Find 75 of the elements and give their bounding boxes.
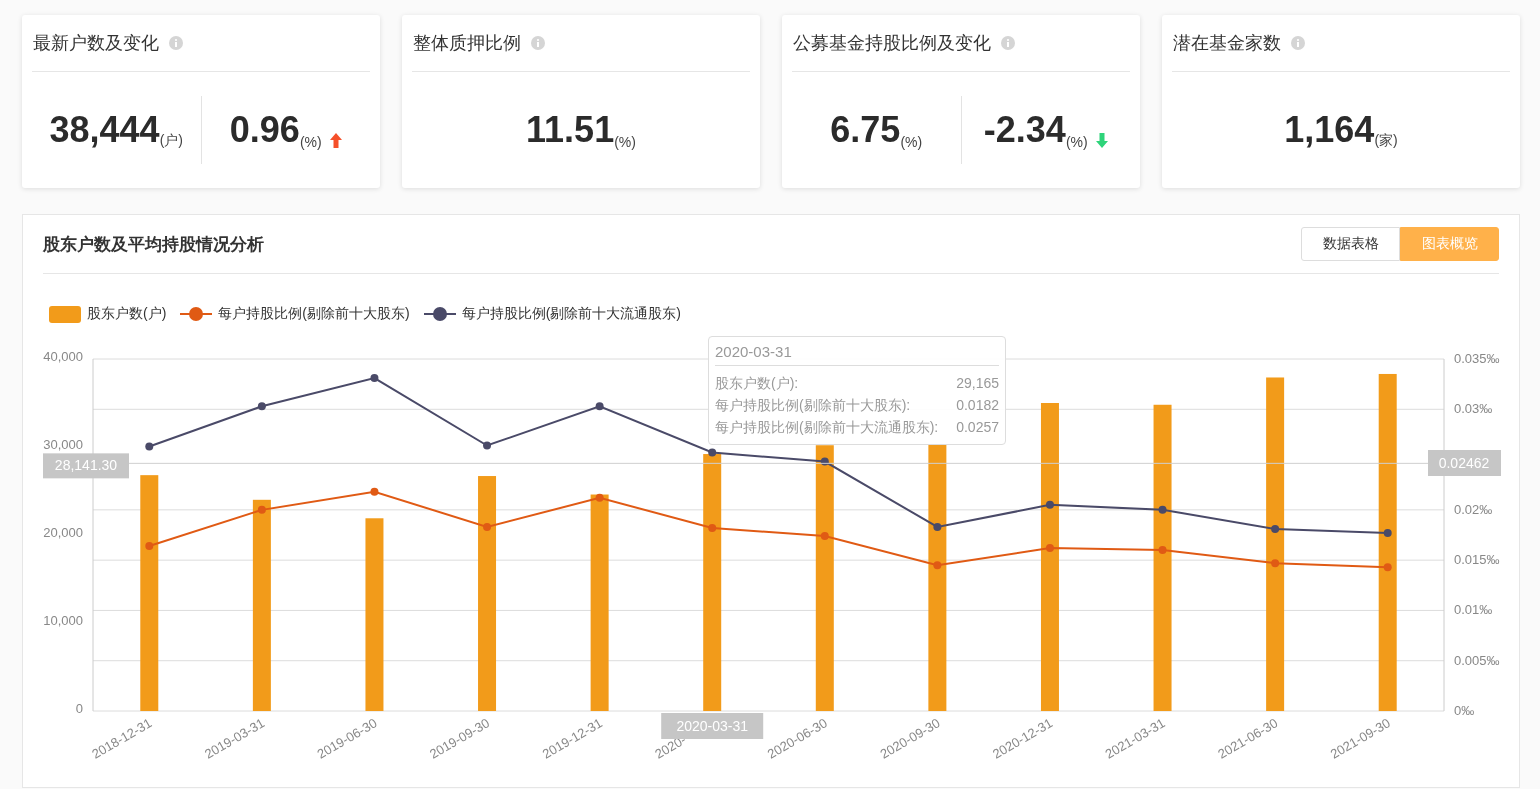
pointer-label: 0.02462 [1428,450,1501,476]
data-point [145,542,154,551]
data-point [1158,505,1167,514]
stat-unit: (户) [159,132,183,150]
axis-label: 0.01‰ [1454,602,1493,618]
data-point [1045,500,1054,509]
stat-value: 6.75 [830,109,901,151]
stat-unit: (%) [1065,134,1088,150]
data-point [933,522,942,531]
data-point [708,523,717,532]
data-point [933,561,942,570]
data-point [370,374,379,383]
data-point [1271,559,1280,568]
data-point [370,487,379,496]
data-point [595,493,604,502]
tooltip-value: 0.0257 [956,418,999,437]
info-icon [531,36,545,50]
panel-title: 股东户数及平均持股情况分析 [43,233,264,256]
legend-label: 每户持股比例(剔除前十大股东) [218,305,410,323]
stat-unit: (%) [900,134,923,150]
axis-label: 0.02‰ [1454,501,1493,517]
data-point [1271,524,1280,533]
data-point [1045,544,1054,553]
card-title: 公募基金持股比例及变化 [793,32,991,55]
tooltip-label: 股东户数(户): [715,374,799,393]
stat-value: 1,164 [1284,109,1375,151]
legend-label: 股东户数(户) [87,305,167,323]
data-point [483,441,492,450]
view-tab[interactable]: 数据表格 [1301,227,1400,261]
pointer-label: 2020-03-31 [661,713,764,739]
data-point [145,442,154,451]
legend-label: 每户持股比例(剔除前十大流通股东) [461,305,681,323]
stat-unit: (%) [614,134,636,150]
data-point [257,402,266,411]
data-point [820,457,829,466]
data-point [820,532,829,540]
axis-label: 10,000 [43,613,83,628]
card-title: 最新户数及变化 [33,32,159,55]
axis-label: 40,000 [43,349,83,364]
axis-label: 0 [75,701,83,716]
data-point [257,505,266,514]
data-point [1158,546,1167,555]
legend-line-icon [180,306,213,322]
data-point [708,448,717,457]
tooltip-value: 29,165 [956,374,999,393]
axis-label: 0‰ [1454,703,1475,718]
stat-unit: (家) [1374,132,1398,150]
axis-label: 0.005‰ [1454,652,1500,668]
stat-value: 0.96 [229,109,300,151]
axis-label: 0.035‰ [1454,351,1500,366]
axis-label: 20,000 [43,525,83,540]
axis-label: 0.03‰ [1454,401,1493,417]
stat-value: 11.51 [526,109,615,151]
tooltip-title: 2020-03-31 [715,343,999,366]
legend-bar-icon [49,305,81,323]
card-title: 潜在基金家数 [1173,32,1281,55]
data-point [1383,529,1392,537]
card-title: 整体质押比例 [413,32,521,55]
ref-line-label: 28,141.30 [54,457,118,474]
axis-label: 30,000 [43,437,83,452]
pointer-label: 28,141.30 [43,453,129,479]
info-icon [169,36,183,50]
info-icon [1291,36,1305,50]
stat-value: 38,444 [49,109,160,151]
data-point [483,522,492,531]
data-point [595,402,604,411]
tooltip-label: 每户持股比例(剔除前十大股东): [715,396,911,415]
data-point [1383,563,1392,572]
tooltip-label: 每户持股比例(剔除前十大流通股东): [715,418,939,437]
stat-value: -2.34 [983,109,1066,151]
tooltip-value: 0.0182 [956,396,999,415]
info-icon [1001,36,1015,50]
stat-unit: (%) [299,134,322,150]
axis-label: 0.015‰ [1454,552,1500,568]
legend-line-icon [423,306,456,322]
